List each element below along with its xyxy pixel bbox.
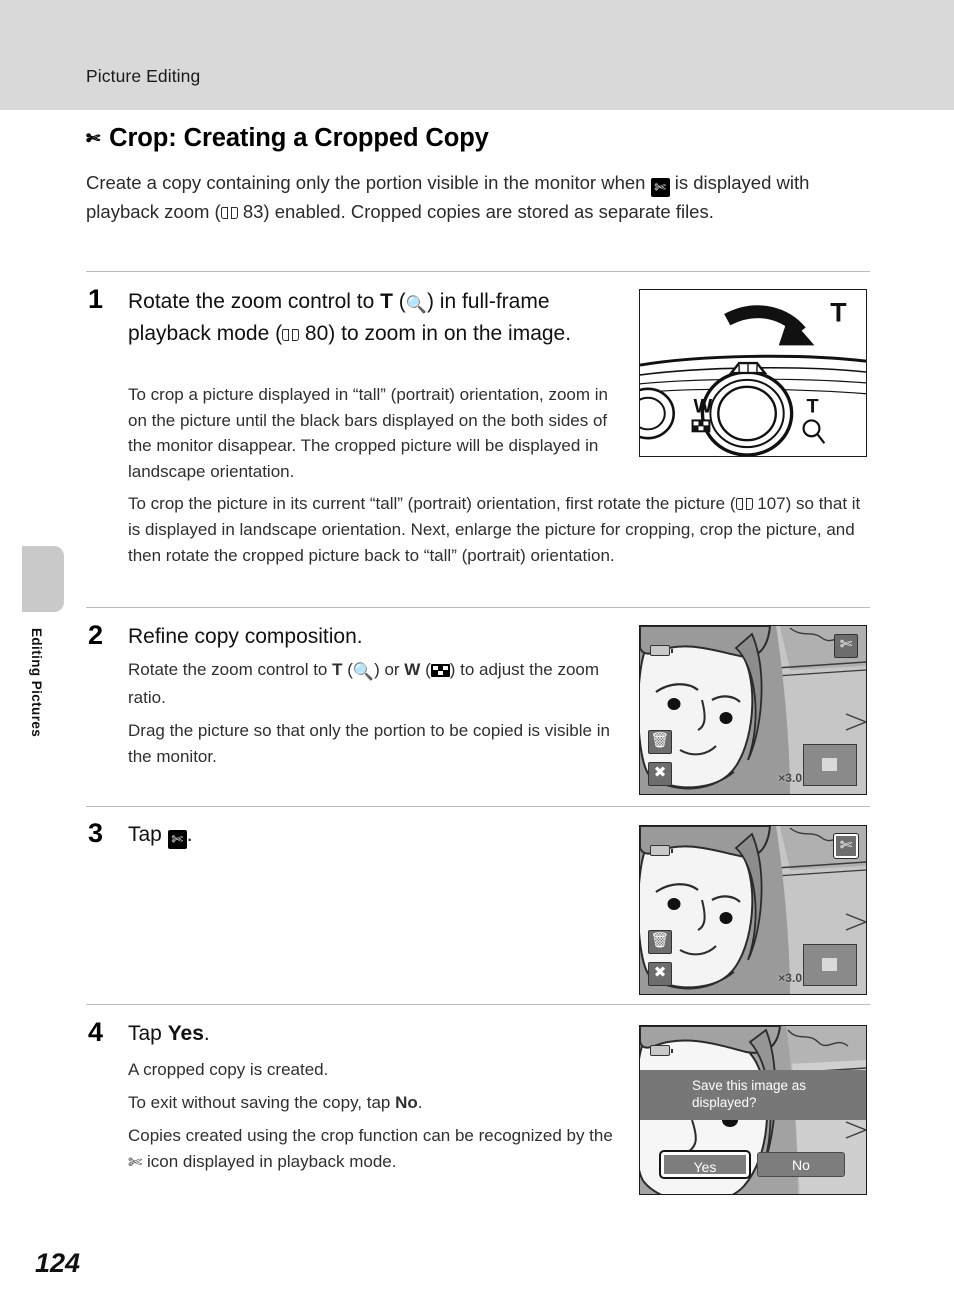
step-2-body1-text-1: Rotate the zoom control to: [128, 660, 333, 679]
intro-text-3: ) enabled. Cropped copies are stored as …: [263, 201, 714, 222]
crop-area-indicator: [803, 744, 857, 786]
step-number-3: 3: [88, 818, 104, 848]
step-4-body3-text-1: Copies created using the crop function c…: [128, 1126, 613, 1145]
step-number-2: 2: [88, 620, 104, 650]
step-2-body1-text-3: ) or: [374, 660, 405, 679]
side-tab-marker: [22, 546, 64, 612]
step-3-heading: Tap ✄.: [128, 820, 528, 849]
dialog-button-row: Yes No: [640, 1150, 866, 1179]
dialog-no-button[interactable]: No: [757, 1152, 845, 1177]
step-4-heading: Tap Yes.: [128, 1019, 528, 1048]
section-divider: [86, 271, 870, 272]
zoom-t-label: T: [380, 290, 393, 313]
delete-button[interactable]: 🗑: [648, 930, 672, 954]
step-1-body2-text-1: To crop the picture in its current “tall…: [128, 494, 736, 513]
step-2-body-2: Drag the picture so that only the portio…: [128, 721, 610, 766]
figure-monitor-step-4: Save this image as displayed? Yes No: [639, 1025, 867, 1195]
zoom-ratio-label: ×3.0: [778, 971, 802, 985]
step-2-body1-text-2: (: [342, 660, 353, 679]
page-number: 124: [35, 1248, 81, 1278]
section-divider: [86, 1004, 870, 1005]
step-4-body-2: To exit without saving the copy, tap No.: [128, 1090, 620, 1116]
step-2-body1-text-4: (: [420, 660, 431, 679]
thumbnail-grid-icon: [430, 664, 450, 677]
battery-icon: [650, 1045, 673, 1056]
step-4-body2-text-1: To exit without saving the copy, tap: [128, 1093, 396, 1112]
zoom-ratio-label: ×3.0: [778, 771, 802, 785]
magnifier-icon: 🔍: [352, 662, 375, 681]
yes-label: Yes: [167, 1022, 204, 1045]
zoom-t-label: T: [332, 660, 343, 679]
step-number-1: 1: [88, 284, 104, 314]
step-4-heading-text-1: Tap: [128, 1022, 168, 1045]
section-title-text: Crop: Creating a Cropped Copy: [109, 124, 489, 152]
cancel-button[interactable]: ✖: [648, 962, 672, 986]
book-reference-icon: [282, 328, 300, 342]
step-2-heading: Refine copy composition.: [128, 625, 363, 648]
no-label: No: [395, 1093, 418, 1112]
step-number-4: 4: [88, 1017, 104, 1047]
book-reference-icon: [735, 497, 753, 511]
battery-icon: [650, 845, 673, 856]
step-1-body-1: To crop a picture displayed in “tall” (p…: [128, 385, 608, 481]
step-2-body-1: Rotate the zoom control to T (🔍) or W ()…: [128, 657, 620, 710]
zoom-control-drawing: T W T: [640, 290, 866, 456]
step-4-body-3: Copies created using the crop function c…: [128, 1123, 620, 1175]
section-divider: [86, 806, 870, 807]
battery-icon: [650, 645, 673, 656]
crop-button[interactable]: ✄: [834, 634, 858, 658]
cancel-button[interactable]: ✖: [648, 762, 672, 786]
step-3-heading-text-1: Tap: [128, 823, 168, 846]
side-tab-label: Editing Pictures: [29, 628, 44, 738]
dialog-yes-button[interactable]: Yes: [659, 1150, 751, 1179]
step-4-body2-text-2: .: [417, 1093, 423, 1112]
scissors-icon: ✄: [650, 178, 670, 197]
step-1-heading-text-2: (: [392, 290, 406, 313]
crop-button[interactable]: ✄: [833, 833, 859, 859]
step-4-body3-text-2: icon displayed in playback mode.: [142, 1151, 397, 1171]
intro-page-ref: 83: [242, 201, 264, 222]
step-3-heading-text-2: .: [186, 823, 193, 846]
figure-monitor-step-3: ✄ 🗑 ✖ ×3.0: [639, 825, 867, 995]
section-divider: [86, 607, 870, 608]
section-heading: ✄ Crop: Creating a Cropped Copy: [86, 124, 489, 153]
step-1-heading-text-4: ) to zoom in on the image.: [328, 322, 572, 345]
magnifier-icon: 🔍: [405, 295, 427, 314]
scissors-icon: ✄: [167, 830, 187, 849]
step-4-heading-text-2: .: [203, 1022, 210, 1045]
figure-zoom-control: T W T: [639, 289, 867, 457]
scissors-icon: ✄: [86, 128, 101, 148]
svg-text:T: T: [807, 396, 819, 418]
crop-area-indicator: [803, 944, 857, 986]
step-4-body-1: A cropped copy is created.: [128, 1060, 329, 1079]
dialog-message: Save this image as displayed?: [640, 1070, 866, 1120]
book-reference-icon: [220, 206, 238, 220]
step-1-body2-page-ref: 107: [757, 494, 786, 513]
svg-text:W: W: [694, 396, 713, 418]
intro-text-1: Create a copy containing only the portio…: [86, 172, 651, 193]
figure-monitor-step-2: ✄ 🗑 ✖ ×3.0: [639, 625, 867, 795]
step-1-heading: Rotate the zoom control to T (🔍) in full…: [128, 287, 628, 348]
chapter-header-band: [0, 0, 954, 110]
delete-button[interactable]: 🗑: [648, 730, 672, 754]
scissors-icon: ✄: [128, 1152, 143, 1172]
step-1-page-ref: 80: [304, 322, 329, 345]
section-intro-paragraph: Create a copy containing only the portio…: [86, 168, 826, 226]
zoom-w-label: W: [404, 660, 421, 679]
step-1-body-2: To crop the picture in its current “tall…: [128, 491, 870, 569]
chapter-title: Picture Editing: [86, 66, 201, 86]
step-1-heading-text-1: Rotate the zoom control to: [128, 290, 381, 313]
svg-text:T: T: [830, 298, 847, 328]
